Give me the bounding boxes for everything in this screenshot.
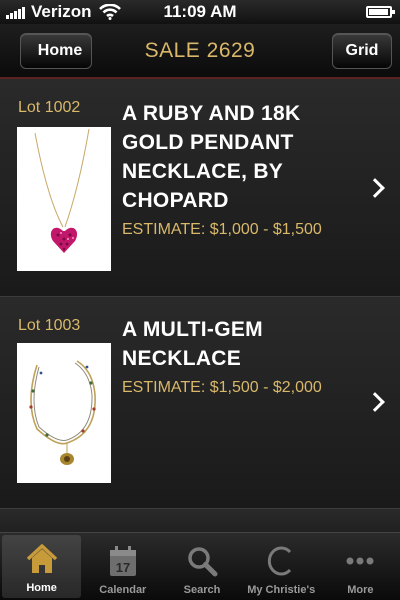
status-bar: Verizon 11:09 AM [0,0,400,24]
calendar-day-number: 17 [116,560,130,575]
lot-title-line: NECKLACE, BY [122,160,284,183]
tab-my-christies-label: My Christie's [247,584,316,596]
battery-icon [366,6,395,18]
magnifier-icon [182,541,222,581]
tab-calendar[interactable]: 17 Calendar [83,533,162,600]
lot-title-line: A MULTI-GEM [122,318,263,341]
tab-search[interactable]: Search [162,533,241,600]
lot-title-line: CHOPARD [122,189,229,212]
lot-title-line: GOLD PENDANT [122,131,294,154]
status-time: 11:09 AM [163,2,237,21]
ruby-heart-pendant-image [17,127,111,271]
lot-title: A RUBY AND 18K GOLD PENDANT NECKLACE, BY… [122,99,372,215]
lot-thumbnail-ruby-pendant[interactable] [17,127,111,271]
lot-row-1003[interactable]: Lot 1003 A MULTI-GEM NECKLACE ESTIMATE: … [0,297,400,509]
lot-list[interactable]: Lot 1002 A RUBY AND 18K GOLD PENDANT NEC… [0,79,400,532]
tab-more-label: More [347,584,374,596]
grid-button-label: Grid [345,42,379,59]
tab-more[interactable]: More [321,533,400,600]
tab-calendar-label: Calendar [99,584,147,596]
chevron-right-icon[interactable] [365,392,385,412]
more-dots-icon [340,541,380,581]
tab-my-christies[interactable]: My Christie's [242,533,321,600]
lot-title: A MULTI-GEM NECKLACE [122,315,372,373]
tab-home-label: Home [26,582,57,594]
lot-title-line: A RUBY AND 18K [122,102,301,125]
navigation-bar: Home SALE 2629 Grid [0,24,400,79]
house-icon [22,539,62,579]
calendar-icon: 17 [103,541,143,581]
lot-row-1002[interactable]: Lot 1002 A RUBY AND 18K GOLD PENDANT NEC… [0,79,400,297]
christies-c-icon [261,541,301,581]
lot-number: Lot 1003 [18,317,81,334]
multi-gem-necklace-image [17,343,111,483]
lot-title-line: NECKLACE [122,347,242,370]
lot-number: Lot 1002 [18,99,81,116]
lot-estimate: ESTIMATE: $1,000 - $1,500 [122,221,322,238]
grid-button[interactable]: Grid [332,33,392,69]
lot-row-next-partial[interactable] [0,509,400,532]
lot-thumbnail-multi-gem[interactable] [17,343,111,483]
tab-home[interactable]: Home [2,535,82,598]
tab-search-label: Search [183,584,221,596]
lot-estimate: ESTIMATE: $1,500 - $2,000 [122,379,322,396]
tab-bar: Home 17 Calendar Search My Christie's Mo… [0,532,400,600]
